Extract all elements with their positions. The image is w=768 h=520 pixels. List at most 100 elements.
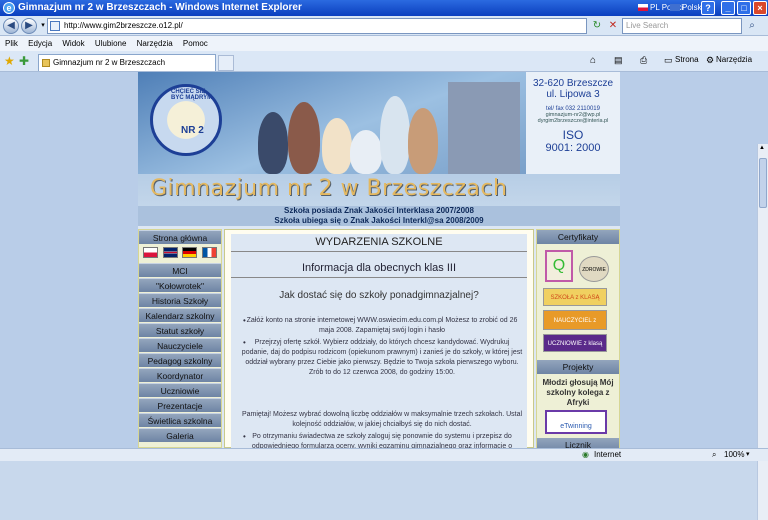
nauczyciel-z-klasa-badge[interactable]: NAUCZYCIEL z KLASĄ — [543, 310, 607, 344]
school-building-photo — [448, 82, 520, 174]
article-paragraph: Przejrzyj ofertę szkół. Wybierz oddziały… — [241, 339, 523, 376]
nav-swietlica[interactable]: Świetlica szkolna — [139, 413, 221, 427]
main-content: WYDARZENIA SZKOLNE Informacja dla obecny… — [224, 229, 534, 460]
address-line1: 32-620 Brzeszcze — [532, 78, 614, 89]
nav-students[interactable]: Uczniowie — [139, 383, 221, 397]
language-flags — [139, 245, 221, 263]
contact-box: 32-620 Brzeszcze ul. Lipowa 3 tel/ fax 0… — [526, 72, 620, 174]
nav-statute[interactable]: Statut szkoły — [139, 323, 221, 337]
page-icon — [50, 21, 60, 31]
print-icon[interactable]: ⎙ — [640, 55, 647, 66]
nav-calendar[interactable]: Kalendarz szkolny — [139, 308, 221, 322]
nav-history[interactable]: Historia Szkoły — [139, 293, 221, 307]
nav-pedagog[interactable]: Pedagog szkolny — [139, 353, 221, 367]
minimize-button[interactable]: _ — [721, 1, 735, 15]
flag-uk-icon[interactable] — [162, 247, 178, 259]
scroll-up-icon[interactable]: ▲ — [759, 145, 765, 151]
banner-photo: CHCIEĆ SIĘ BYĆ MĄDRYM NR 2 — [138, 72, 526, 174]
school-name-heading: Gimnazjum nr 2 w Brzeszczach — [150, 176, 508, 201]
uczniowie-z-klasa-badge[interactable]: UCZNIOWIE z klasą — [543, 334, 607, 352]
certificates-heading: Certyfikaty — [537, 230, 619, 244]
nav-mci[interactable]: MCI — [139, 263, 221, 277]
tools-gear-icon: ⚙ — [706, 55, 715, 65]
window-title: Gimnazjum nr 2 w Brzeszczach - Windows I… — [18, 2, 302, 13]
szkola-z-klasa-badge[interactable]: SZKOŁA z KLASĄ — [543, 288, 607, 306]
student-photo — [258, 112, 288, 174]
article-title: Informacja dla obecnych klas III — [231, 262, 527, 278]
article-paragraph: Załóż konto na stronie internetowej WWW.… — [246, 317, 518, 334]
project-link[interactable]: Młodzi głosują Mój szkolny kolega z Afry… — [541, 378, 615, 408]
flag-fr-icon[interactable] — [201, 247, 217, 259]
quality-info: Szkoła posiada Znak Jakości Interklasa 2… — [138, 206, 620, 226]
forward-button[interactable]: ▶ — [21, 18, 37, 34]
student-photo — [288, 102, 320, 174]
student-photo — [322, 118, 352, 174]
nav-kolowrotek[interactable]: "Kołowrotek" — [139, 278, 221, 292]
web-content: CHCIEĆ SIĘ BYĆ MĄDRYM NR 2 32-620 Brzesz… — [0, 72, 768, 520]
home-icon[interactable]: ⌂ — [590, 55, 596, 66]
menu-view[interactable]: Widok — [62, 39, 84, 48]
health-badge[interactable]: ZDROWIE — [579, 256, 609, 282]
section-title: WYDARZENIA SZKOLNE — [231, 236, 527, 252]
right-sidebar: Certyfikaty Q ZDROWIE SZKOŁA z KLASĄ NAU… — [536, 229, 620, 452]
close-button[interactable]: × — [753, 1, 767, 15]
student-photo — [350, 130, 382, 174]
iso-number: 9001: 2000 — [545, 142, 601, 154]
etwinning-badge[interactable]: eTwinning — [545, 410, 607, 434]
zoom-icon: ⌕ — [712, 450, 717, 459]
nav-home[interactable]: Strona główna — [139, 230, 221, 244]
search-icon[interactable]: ⌕ — [745, 19, 759, 33]
school-logo: CHCIEĆ SIĘ BYĆ MĄDRYM NR 2 — [150, 84, 222, 156]
page-menu-button[interactable]: Strona — [675, 55, 699, 64]
url-input[interactable]: http://www.gim2brzeszcze.o12.pl/ — [47, 18, 587, 34]
stop-icon[interactable]: ✕ — [606, 19, 620, 33]
tab-bar: ★ ✚ Gimnazjum nr 2 w Brzeszczach ⌂ ▤ ⎙ ▭… — [0, 51, 768, 72]
nav-presentations[interactable]: Prezentacje — [139, 398, 221, 412]
tab-page-icon — [42, 59, 50, 67]
keyboard-indicator[interactable]: Polski — [670, 3, 703, 13]
nav-teachers[interactable]: Nauczyciele — [139, 338, 221, 352]
feeds-icon[interactable]: ▤ — [614, 55, 623, 66]
help-icon[interactable]: ? — [701, 1, 715, 15]
favorites-star-icon[interactable]: ★ — [4, 54, 15, 68]
quality-badge[interactable]: Q — [545, 250, 573, 282]
back-button[interactable]: ◀ — [3, 18, 19, 34]
status-bar: ◉ Internet ⌕ 100% ▾ — [0, 448, 768, 461]
menu-edit[interactable]: Edycja — [28, 39, 52, 48]
page-icon: ▭ — [664, 55, 673, 65]
quality-line1: Szkoła posiada Znak Jakości Interklasa 2… — [284, 206, 474, 215]
flag-de-icon[interactable] — [182, 247, 198, 259]
address-bar-row: ◀ ▶ ▾ http://www.gim2brzeszcze.o12.pl/ ↻… — [0, 16, 768, 36]
add-favorite-icon[interactable]: ✚ — [19, 54, 29, 68]
tab-gimnazjum[interactable]: Gimnazjum nr 2 w Brzeszczach — [38, 54, 216, 71]
menu-tools[interactable]: Narzędzia — [137, 39, 173, 48]
menu-help[interactable]: Pomoc — [183, 39, 208, 48]
menu-favorites[interactable]: Ulubione — [95, 39, 127, 48]
ie-logo-icon: e — [3, 2, 15, 14]
nav-gallery[interactable]: Galeria — [139, 428, 221, 442]
maximize-button[interactable]: □ — [737, 1, 751, 15]
left-navigation: Strona główna MCI "Kołowrotek" Historia … — [138, 229, 222, 448]
menu-bar: Plik Edycja Widok Ulubione Narzędzia Pom… — [0, 36, 768, 51]
address-line2: ul. Lipowa 3 — [546, 89, 600, 100]
refresh-icon[interactable]: ↻ — [590, 19, 604, 33]
new-tab-button[interactable] — [218, 55, 234, 71]
globe-icon: ◉ — [582, 450, 589, 459]
search-input[interactable]: Live Search — [622, 18, 742, 34]
zoom-dropdown-icon[interactable]: ▾ — [746, 449, 750, 461]
menu-file[interactable]: Plik — [5, 39, 18, 48]
iso-label: ISO — [562, 128, 584, 142]
nav-coordinator[interactable]: Koordynator — [139, 368, 221, 382]
email-link[interactable]: dyrgim2brzeszcze@interia.pl — [526, 118, 620, 124]
scroll-thumb[interactable] — [759, 158, 767, 208]
flag-pl-icon[interactable] — [143, 247, 159, 259]
flag-icon — [638, 4, 648, 12]
zone-label: Internet — [594, 450, 622, 459]
vertical-scrollbar[interactable]: ▲ — [757, 144, 768, 520]
article-question: Jak dostać się do szkoły ponadgimnazjaln… — [279, 290, 479, 301]
tools-menu-button[interactable]: Narzędzia — [716, 55, 752, 64]
zoom-level[interactable]: 100% — [724, 449, 744, 461]
quality-line2: Szkoła ubiega się o Znak Jakości Interkl… — [274, 216, 484, 225]
banner: CHCIEĆ SIĘ BYĆ MĄDRYM NR 2 32-620 Brzesz… — [138, 72, 620, 206]
student-photo — [380, 96, 410, 174]
